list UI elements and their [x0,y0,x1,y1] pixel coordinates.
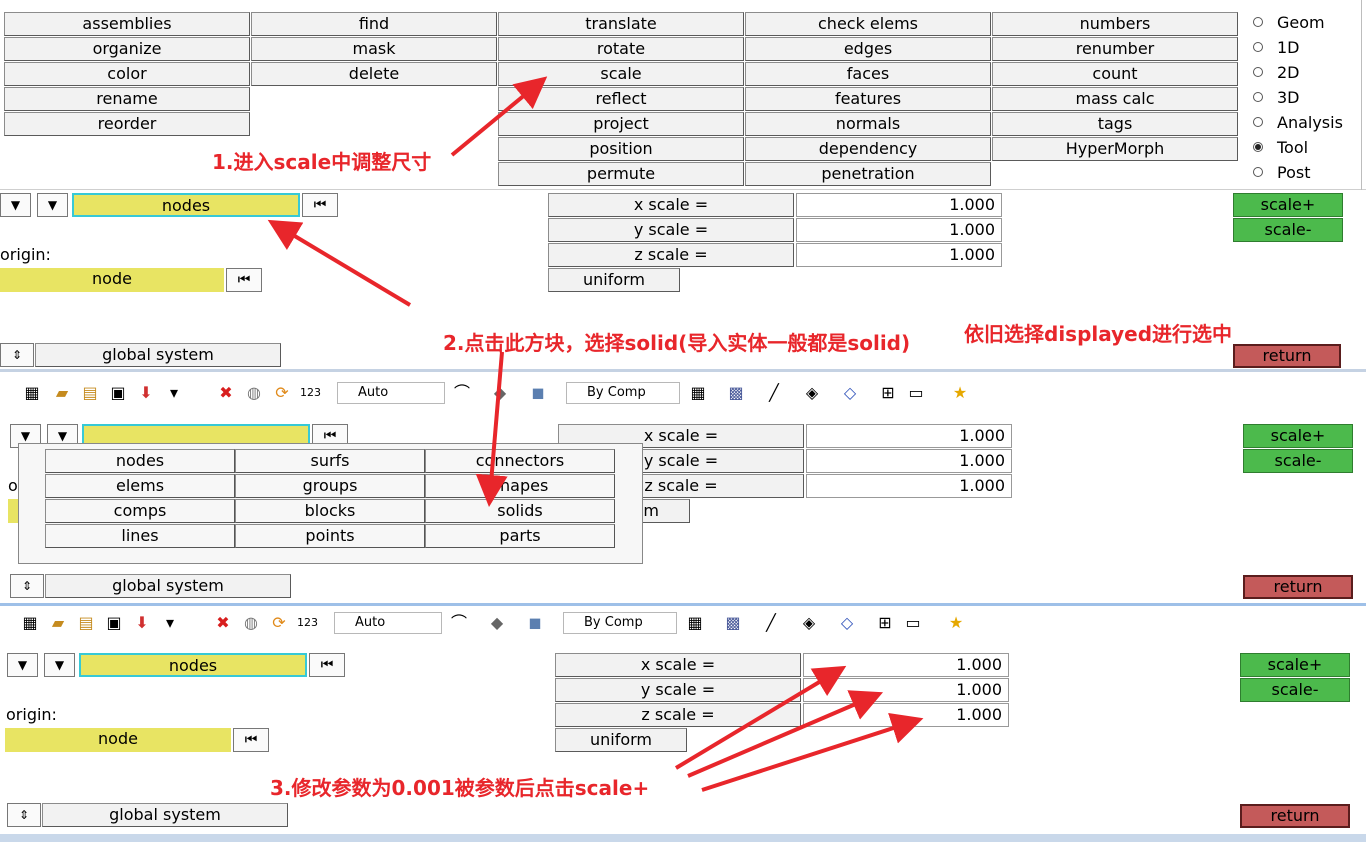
arrow-to-solids [475,351,508,507]
annotation-arrows [267,76,924,792]
arrow-to-nodes-selector [267,219,412,307]
arrow-to-scale [450,76,548,157]
